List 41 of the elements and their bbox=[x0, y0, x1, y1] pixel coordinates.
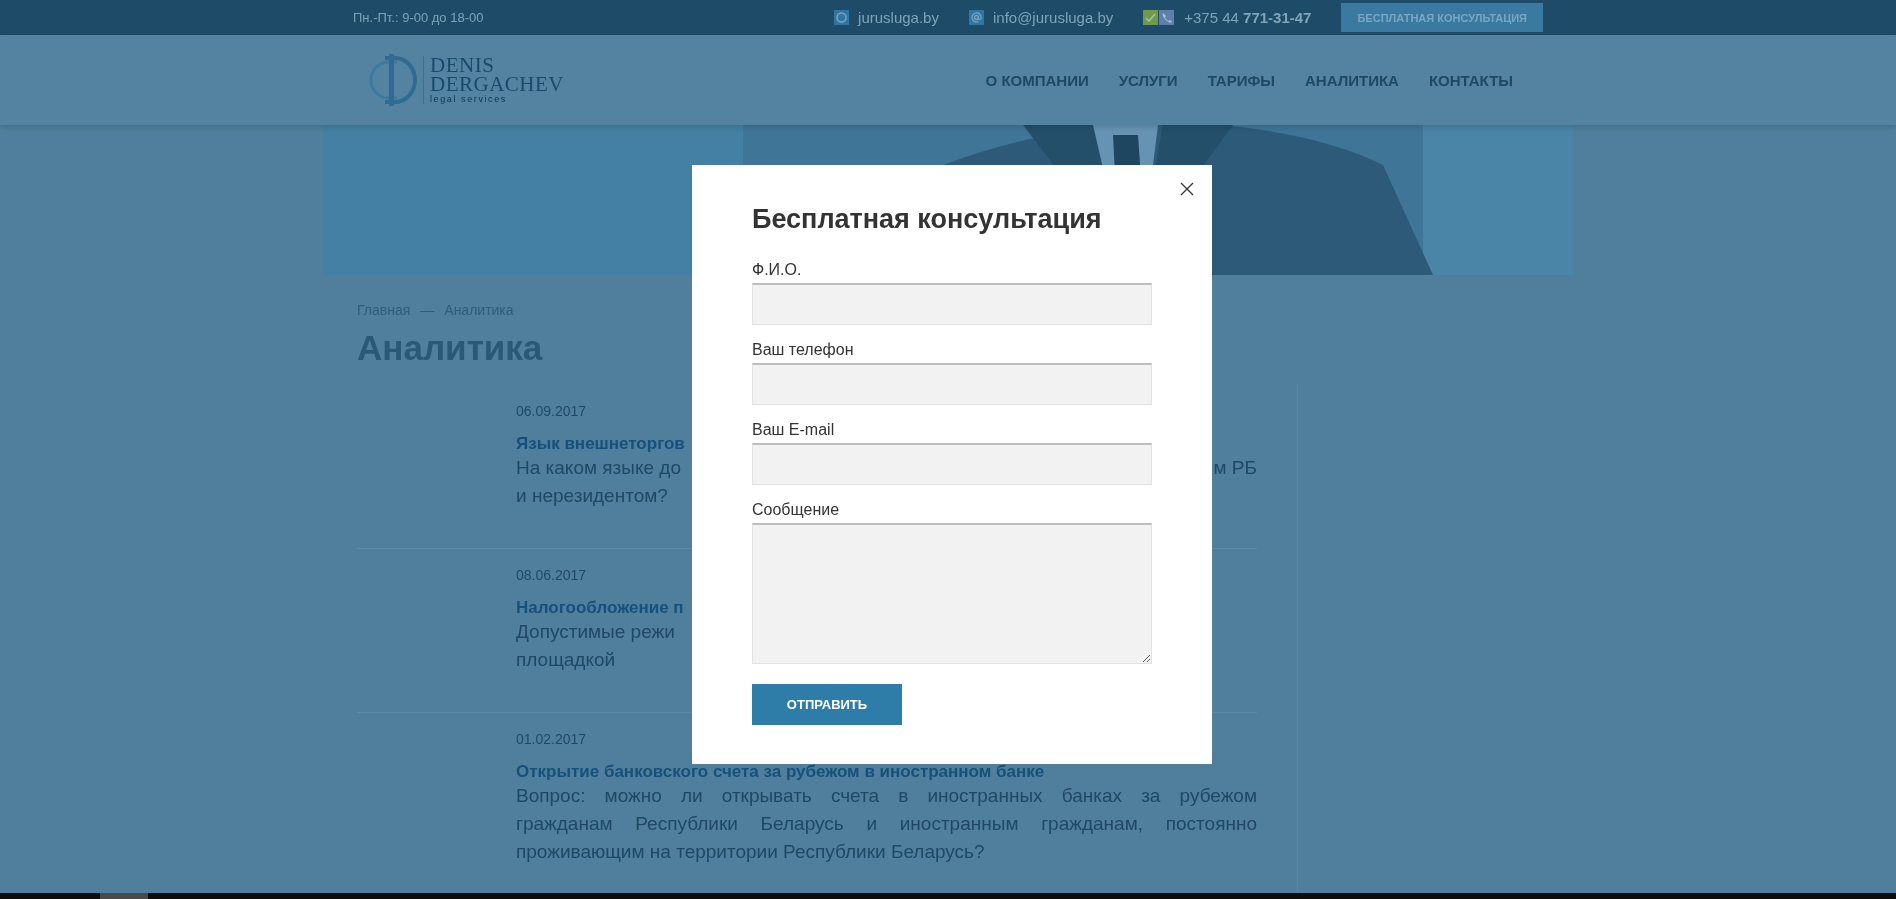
phone-number[interactable]: +375 44 771-31-47 bbox=[1184, 9, 1312, 26]
article-excerpt: м РБ bbox=[1213, 456, 1257, 480]
field-label: Ваш телефон bbox=[752, 341, 855, 359]
article-excerpt: площадкой bbox=[516, 648, 616, 672]
nav-link[interactable]: АНАЛИТИКА bbox=[1305, 71, 1399, 89]
input-field[interactable] bbox=[752, 283, 1152, 325]
at-sign-icon bbox=[968, 10, 984, 25]
nav-link[interactable]: КОНТАКТЫ bbox=[1428, 71, 1513, 89]
logo-text: DERGACHEV bbox=[430, 75, 564, 94]
article-excerpt: проживающим на территории Республики Беларусь? bbox=[516, 840, 985, 864]
article-excerpt: Допустимые режи bbox=[516, 620, 675, 644]
nav-link[interactable]: О КОМПАНИИ bbox=[985, 71, 1089, 89]
dialog-title: Бесплатная консультация bbox=[752, 204, 1103, 235]
skype-icon bbox=[834, 10, 850, 25]
nav-link[interactable]: ТАРИФЫ bbox=[1207, 71, 1275, 89]
submit-button[interactable]: ОТПРАВИТЬ bbox=[752, 684, 902, 725]
working-hours: Пн.-Пт.: 9-00 до 18-00 bbox=[353, 10, 484, 25]
horizontal-scrollbar[interactable] bbox=[0, 893, 1896, 899]
close-button[interactable] bbox=[1178, 180, 1196, 198]
breadcrumb-separator: — bbox=[420, 302, 435, 318]
email-link[interactable]: info@jurusluga.by bbox=[992, 9, 1114, 26]
consultation-button[interactable]: БЕСПЛАТНАЯ КОНСУЛЬТАЦИЯ bbox=[1341, 3, 1543, 32]
article-title[interactable]: Налогообложение п bbox=[516, 598, 684, 618]
article-title[interactable]: Язык внешнеторгов bbox=[516, 434, 685, 454]
skype-link[interactable]: jurusluga.by bbox=[858, 9, 939, 26]
nav-link[interactable]: УСЛУГИ bbox=[1118, 71, 1178, 89]
input-field[interactable] bbox=[752, 363, 1152, 405]
input-field[interactable] bbox=[752, 443, 1152, 485]
logo-mark-icon bbox=[367, 52, 417, 108]
message-field[interactable] bbox=[752, 523, 1152, 664]
field-label: Сообщение bbox=[752, 501, 841, 519]
article-excerpt: и нерезидентом? bbox=[516, 484, 668, 508]
logo-tagline: legal services bbox=[430, 94, 508, 104]
article-excerpt: Вопрос: можно ли открывать счета в иностранных банках за рубежом bbox=[516, 784, 1257, 808]
article-title[interactable]: Открытие банковского счета за рубежом в иностранном банке bbox=[516, 762, 1045, 782]
logo-text: DENIS bbox=[430, 56, 496, 75]
field-label: Ф.И.О. bbox=[752, 261, 803, 279]
article-excerpt: гражданам Республики Беларусь и иностранным гражданам, постоянно bbox=[516, 812, 1257, 836]
article-excerpt: На каком языке до bbox=[516, 456, 681, 480]
field-label: Ваш E-mail bbox=[752, 421, 836, 439]
messenger-icons bbox=[1143, 10, 1176, 25]
